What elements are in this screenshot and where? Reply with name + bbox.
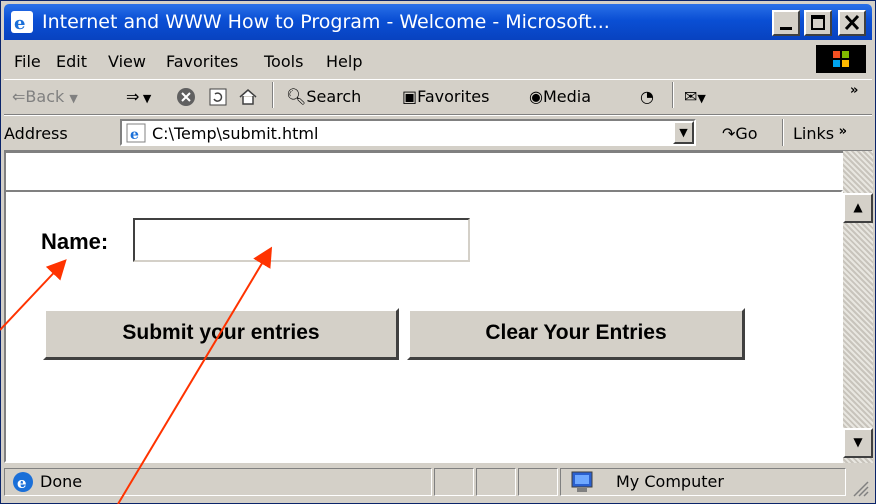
menu-tools[interactable]: Tools [264,52,303,71]
mail-dropdown-icon: ▼ [697,92,706,105]
favorites-icon: ▣ [402,87,418,106]
menu-favorites[interactable]: Favorites [166,52,238,71]
menu-help[interactable]: Help [326,52,362,71]
forward-button[interactable]: ⇒ ▼ [126,87,151,106]
home-icon [239,89,257,105]
stop-button[interactable] [176,87,196,111]
back-arrow-icon: ⇐ [12,87,26,106]
go-arrow-icon: ↷ [722,124,736,143]
status-bar: e Done My Computer [4,464,872,500]
vertical-scrollbar[interactable]: ▲ ▼ [843,151,873,463]
toolbar-chevron-icon[interactable]: » [850,83,858,98]
internet-explorer-icon: e [11,11,33,34]
media-label: Media [542,87,592,106]
links-button[interactable]: Links » [793,124,847,143]
search-button[interactable]: 🔍︎Search [286,87,361,106]
favorites-label: Favorites [417,87,490,106]
home-button[interactable] [238,87,258,111]
status-panel [518,468,558,496]
address-bar: Address e C:\Temp\submit.html ▼ ↷Go Link… [4,115,872,151]
maximize-icon [811,15,825,30]
mail-icon: ✉ [684,87,698,106]
stop-icon [177,88,195,106]
resize-grip-icon[interactable] [850,478,870,498]
back-button[interactable]: ⇐Back ▼ [12,87,78,106]
reset-button[interactable]: Clear Your Entries [407,308,745,360]
zone-text: My Computer [616,472,724,491]
search-label: Search [306,87,362,106]
scroll-down-button[interactable]: ▼ [843,428,873,458]
scroll-up-icon: ▲ [853,200,863,214]
name-label: Name: [41,229,109,254]
menu-view[interactable]: View [108,52,146,71]
my-computer-icon [571,471,593,492]
menu-edit[interactable]: Edit [56,52,87,71]
address-value: C:\Temp\submit.html [152,124,319,143]
address-separator [782,119,784,146]
browser-window: e Internet and WWW How to Program - Welc… [0,0,876,504]
address-field[interactable]: e C:\Temp\submit.html ▼ [120,119,696,146]
toolbar-separator [672,82,674,108]
internet-explorer-icon: e [13,472,33,492]
standard-toolbar: ⇐Back ▼ ⇒ ▼ 🔍︎Search ▣Favorites ◉Media ◔ [4,79,872,115]
title-bar[interactable]: e Internet and WWW How to Program - Welc… [4,4,872,40]
favorites-button[interactable]: ▣Favorites [402,87,489,106]
address-label: Address [4,124,68,143]
minimize-icon [780,27,792,30]
go-button[interactable]: ↷Go [722,124,758,143]
status-panel [434,468,474,496]
submit-button[interactable]: Submit your entries [43,308,399,360]
scroll-down-icon: ▼ [853,435,863,449]
refresh-button[interactable] [208,87,228,111]
history-button[interactable]: ◔ [640,87,654,106]
forward-arrow-icon: ⇒ [126,87,140,106]
menu-file[interactable]: File [14,52,41,71]
back-dropdown-icon: ▼ [69,92,78,105]
toolbar-separator [272,82,274,108]
minimize-button[interactable] [772,10,800,36]
page-content-top [4,151,843,191]
windows-logo-icon [816,45,866,73]
go-label: Go [735,124,758,143]
close-icon [844,14,860,31]
forward-dropdown-icon: ▼ [139,92,152,105]
name-input[interactable] [133,218,470,262]
status-text: Done [40,472,83,491]
history-icon: ◔ [640,87,654,106]
page-icon: e [126,123,146,143]
window-title: Internet and WWW How to Program - Welcom… [42,11,610,33]
svg-text:e: e [130,127,139,143]
media-icon: ◉ [529,87,543,106]
close-button[interactable] [838,10,866,36]
links-label: Links [793,124,835,143]
address-dropdown-button[interactable]: ▼ [673,121,694,144]
scroll-up-button[interactable]: ▲ [843,193,873,223]
maximize-button[interactable] [804,10,832,36]
svg-text:e: e [17,474,27,492]
search-icon: 🔍︎ [286,87,307,106]
media-button[interactable]: ◉Media [529,87,591,106]
status-panel [476,468,516,496]
menu-bar: File Edit View Favorites Tools Help [4,45,872,75]
mail-button[interactable]: ✉▼ [684,87,706,106]
back-label: Back [25,87,65,106]
refresh-icon [209,88,227,106]
chevron-down-icon: ▼ [679,126,688,139]
svg-text:e: e [14,13,25,34]
links-chevron-icon: » [834,124,848,139]
